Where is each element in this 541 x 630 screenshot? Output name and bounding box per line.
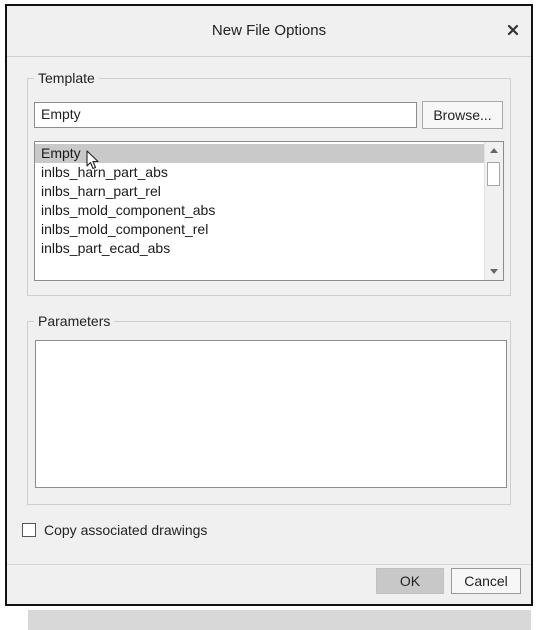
template-list-item[interactable]: inlbs_part_ecad_abs [35,239,485,258]
copy-drawings-option[interactable]: Copy associated drawings [22,522,207,538]
parameters-area[interactable] [35,340,507,488]
browse-button[interactable]: Browse... [422,101,503,129]
close-icon [507,24,519,36]
new-file-options-dialog: New File Options Template Parameters [5,4,533,606]
copy-drawings-label: Copy associated drawings [44,522,208,538]
arrow-up-icon [490,148,498,153]
template-list-item[interactable]: inlbs_harn_part_abs [35,163,485,182]
template-list-item[interactable]: Empty [35,144,485,163]
footer-divider [7,564,531,565]
arrow-down-icon [490,269,498,274]
mouse-pointer-icon [86,150,99,170]
scroll-up-button[interactable] [485,142,503,158]
copy-drawings-checkbox[interactable] [22,523,36,537]
template-list-items: Empty inlbs_harn_part_abs inlbs_harn_part_… [35,144,485,258]
template-list-item[interactable]: inlbs_mold_component_abs [35,201,485,220]
dialog-title: New File Options [211,22,327,39]
template-list-scrollbar[interactable] [484,142,503,280]
template-list-item[interactable]: inlbs_harn_part_rel [35,182,485,201]
ok-button[interactable]: OK [376,568,444,594]
cancel-button[interactable]: Cancel [451,568,521,594]
parameters-legend: Parameters [38,313,111,329]
scroll-down-button[interactable] [485,264,503,280]
template-list-item[interactable]: inlbs_mold_component_rel [35,220,485,239]
template-legend: Template [38,70,95,86]
scroll-thumb[interactable] [487,162,500,186]
close-button[interactable] [501,18,525,42]
window-shadow [28,610,531,630]
title-bar: New File Options [7,6,531,57]
template-input[interactable]: Empty [34,102,417,128]
template-list[interactable]: Empty inlbs_harn_part_abs inlbs_harn_part_… [34,141,504,281]
